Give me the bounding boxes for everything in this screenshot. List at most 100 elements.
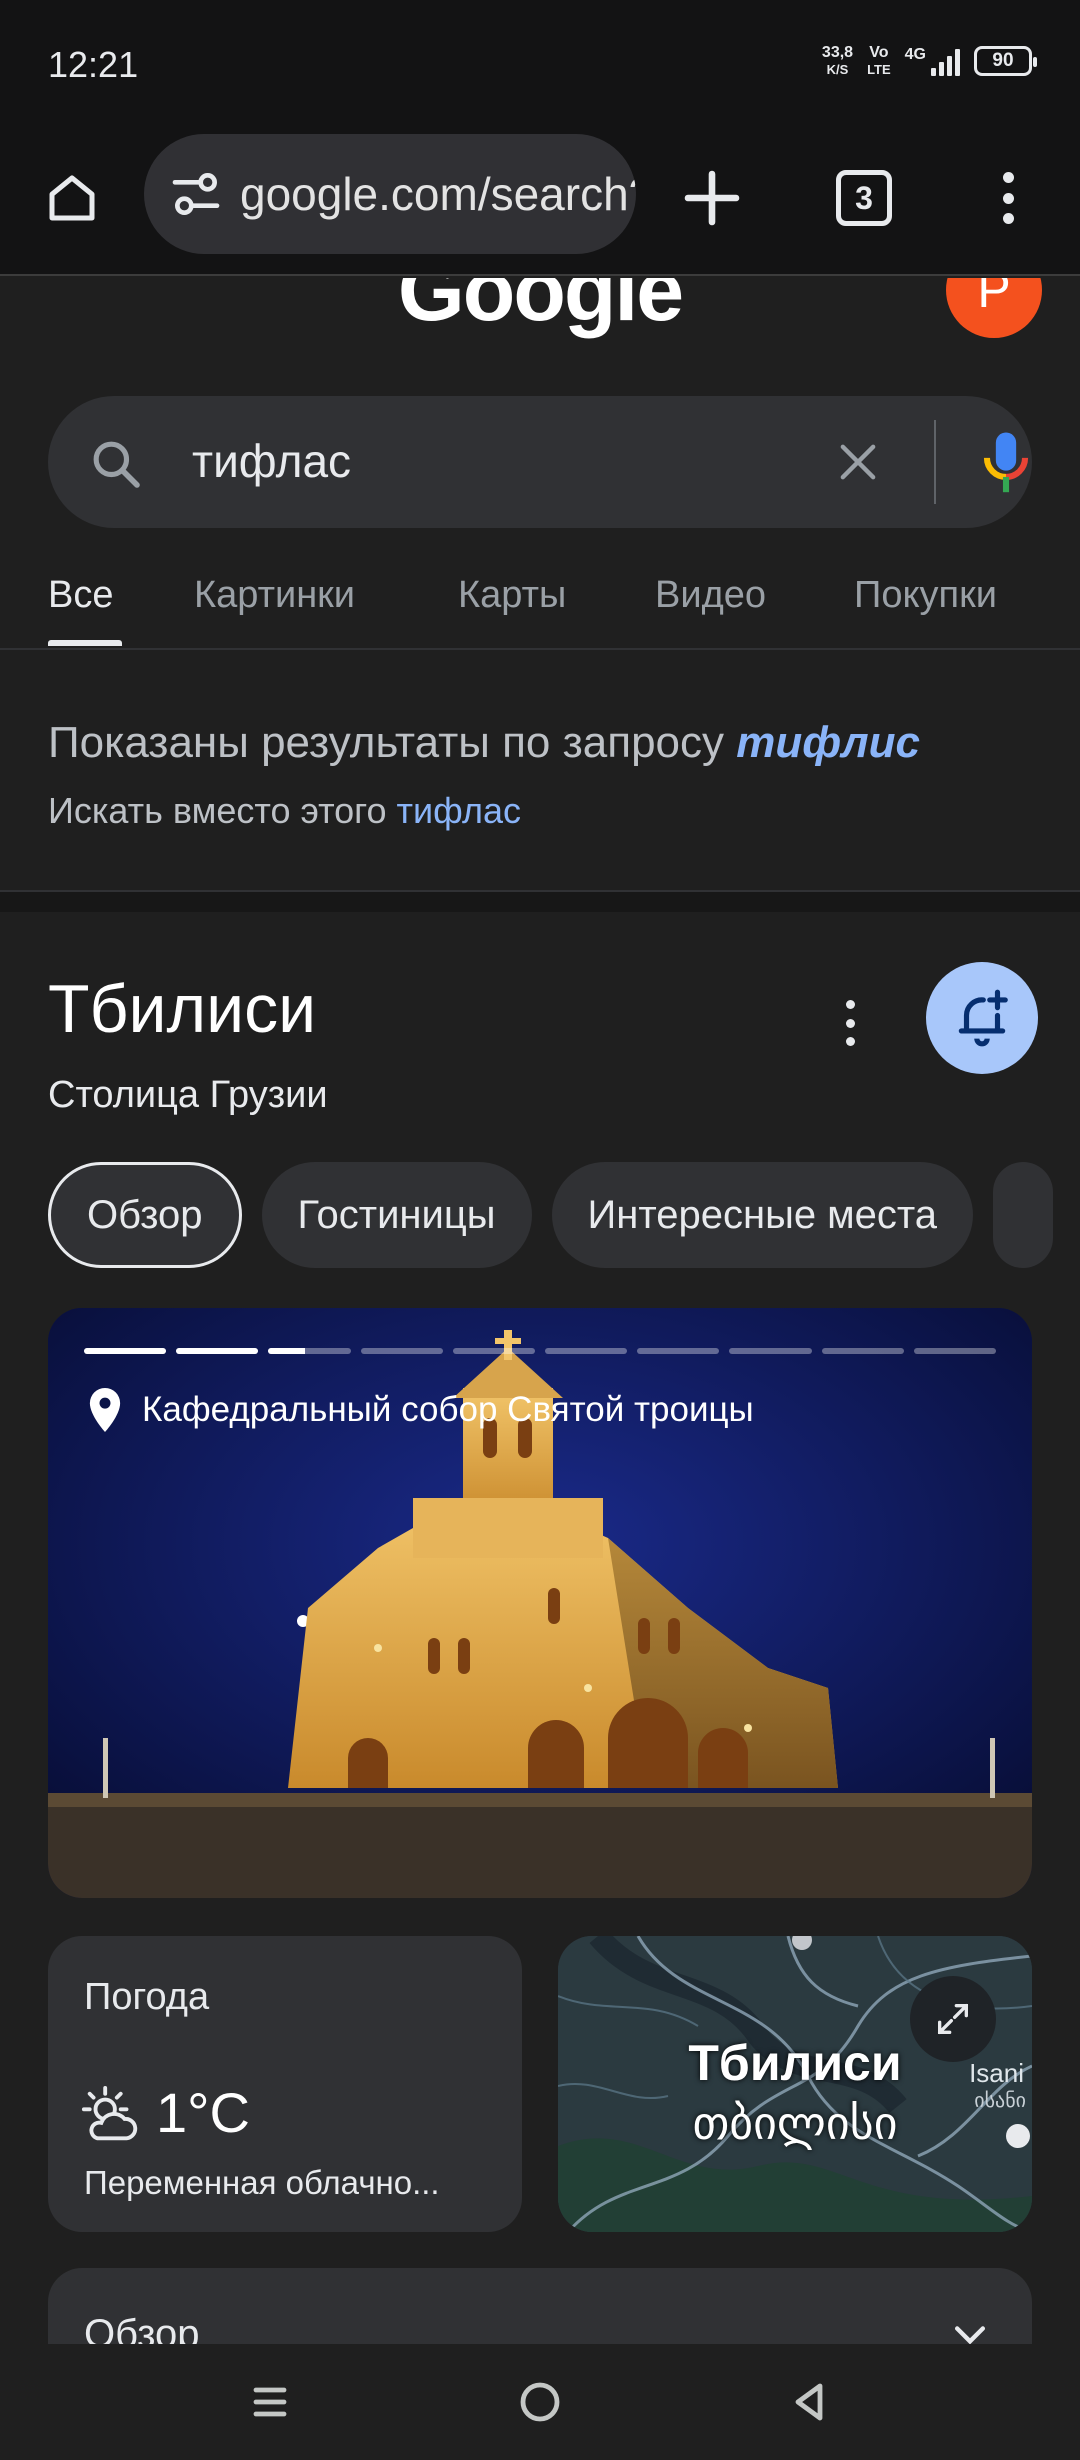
battery-level: 90 [992, 50, 1014, 71]
progress-segment [821, 1348, 904, 1354]
overview-title: Обзор [84, 2312, 200, 2344]
spelling-correction: Показаны результаты по запросу тифлис Ис… [48, 718, 1038, 832]
clear-icon[interactable] [832, 436, 884, 488]
home-icon [49, 175, 95, 221]
tab-maps[interactable]: Карты [458, 574, 566, 617]
menu-lines-icon [253, 2387, 287, 2417]
search-input[interactable]: тифлас [192, 434, 351, 488]
search-instead: Искать вместо этого тифлас [48, 790, 1038, 832]
tab-videos[interactable]: Видео [655, 574, 766, 617]
progress-segment-fill [176, 1348, 259, 1354]
url-bar[interactable]: google.com/search?q=тифлас [144, 134, 636, 254]
site-settings-icon[interactable] [168, 166, 224, 222]
weather-temperature: 1°C [156, 2081, 250, 2144]
location-pin-icon [89, 1388, 121, 1432]
browser-toolbar: google.com/search?q=тифлас 3 [0, 130, 1080, 276]
knowledge-panel-chips: Обзор Гостиницы Интересные места [48, 1162, 1054, 1270]
search-box[interactable]: тифлас [48, 396, 1032, 528]
back-triangle-icon [795, 2383, 823, 2421]
browser-menu-button[interactable] [996, 162, 1020, 234]
photo-caption[interactable]: Кафедральный собор Святой троицы [88, 1388, 754, 1432]
original-query-link[interactable]: тифлас [397, 790, 521, 831]
volte-top: Vo [869, 44, 889, 61]
place-photo-carousel[interactable]: Кафедральный собор Святой троицы [48, 1308, 1032, 1898]
weather-title: Погода [84, 1976, 210, 2018]
showing-results-for: Показаны результаты по запросу тифлис [48, 718, 1038, 768]
more-dot-icon [845, 1000, 855, 1009]
home-circle-icon [520, 2382, 560, 2422]
map-district-native-label: ისანი [974, 2090, 1026, 2112]
progress-segment [84, 1348, 167, 1354]
progress-segment [268, 1348, 351, 1354]
progress-segment-fill [268, 1348, 306, 1354]
weather-card[interactable]: Погода 1°C Переменная облачно... [48, 1936, 522, 2232]
map-city-label: Тбилиси [688, 2035, 902, 2091]
progress-segment [637, 1348, 720, 1354]
follow-button[interactable] [926, 962, 1038, 1074]
search-instead-prefix: Искать вместо этого [48, 790, 397, 831]
google-logo[interactable]: Google [0, 278, 1080, 341]
tab-switcher-button[interactable]: 3 [836, 170, 892, 226]
knowledge-panel-subtitle: Столица Грузии [48, 1074, 328, 1116]
network-speed-unit: K/S [826, 62, 849, 77]
active-tab-indicator [48, 640, 122, 646]
volte-bottom: LTE [867, 62, 891, 77]
tab-all[interactable]: Все [48, 574, 113, 617]
photo-caption-text: Кафедральный собор Святой троицы [142, 1390, 754, 1429]
chip-places-of-interest[interactable]: Интересные места [551, 1162, 974, 1268]
progress-segment [729, 1348, 812, 1354]
battery-icon: 90 [974, 46, 1037, 76]
plus-icon [684, 170, 740, 226]
progress-segment-fill [84, 1348, 167, 1354]
add-alert-bell-icon [958, 989, 1008, 1047]
system-navigation-bar [0, 2344, 1080, 2460]
chip-hotels[interactable]: Гостиницы [261, 1162, 532, 1268]
expand-icon [938, 2004, 968, 2034]
network-speed: 33,8 K/S [822, 44, 853, 78]
progress-segment [452, 1348, 536, 1354]
map-city-native-label: თბილისი [692, 2097, 898, 2149]
corrected-query-link[interactable]: тифлис [736, 718, 920, 767]
status-indicators: 33,8 K/S Vo LTE 4G 90 [822, 44, 1037, 78]
tab-images[interactable]: Картинки [194, 574, 355, 617]
tab-shopping[interactable]: Покупки [854, 574, 997, 617]
knowledge-panel-title: Тбилиси [48, 971, 317, 1047]
status-time: 12:21 [48, 44, 139, 85]
chip-next[interactable] [993, 1162, 1054, 1268]
section-divider [0, 890, 1080, 912]
network-speed-value: 33,8 [821, 44, 854, 61]
progress-segment [360, 1348, 443, 1354]
url-text[interactable]: google.com/search?q=тифлас [240, 167, 636, 221]
network-type: 4G [904, 46, 926, 63]
progress-segment [176, 1348, 259, 1354]
showing-prefix: Показаны результаты по запросу [48, 718, 737, 767]
weather-description: Переменная облачно... [84, 2164, 440, 2201]
menu-dot-icon [1002, 213, 1014, 224]
photo-progress-bar [84, 1348, 997, 1354]
status-bar: 12:21 33,8 K/S Vo LTE 4G 90 [0, 0, 1080, 130]
chevron-down-icon [954, 2326, 986, 2344]
map-district-label: Isani [969, 2058, 1024, 2088]
home-button[interactable] [36, 162, 108, 234]
volte-indicator: Vo LTE [867, 44, 891, 78]
progress-segment [913, 1348, 997, 1354]
more-dot-icon [845, 1018, 855, 1028]
search-tabs: Все Картинки Карты Видео Покупки [0, 558, 1080, 650]
microphone-icon[interactable] [980, 430, 1032, 496]
recent-apps-button[interactable] [236, 2368, 304, 2436]
overview-section[interactable]: Обзор [48, 2268, 1032, 2344]
search-results-page: Google P тифлас Все Картинки Карты Видео… [0, 278, 1080, 2344]
map-card[interactable]: Тбилиси თბილისი Isani ისანი [558, 1936, 1032, 2232]
back-button[interactable] [776, 2368, 844, 2436]
new-tab-button[interactable] [676, 162, 748, 234]
search-divider [934, 420, 936, 504]
signal-icon: 4G [905, 46, 960, 76]
search-icon [93, 441, 140, 488]
home-nav-button[interactable] [506, 2368, 574, 2436]
partly-cloudy-icon [81, 2086, 138, 2141]
more-dot-icon [845, 1037, 855, 1046]
knowledge-panel-more-button[interactable] [838, 992, 862, 1054]
chip-overview[interactable]: Обзор [48, 1162, 242, 1268]
progress-segment [545, 1348, 628, 1354]
menu-dot-icon [1002, 192, 1014, 204]
